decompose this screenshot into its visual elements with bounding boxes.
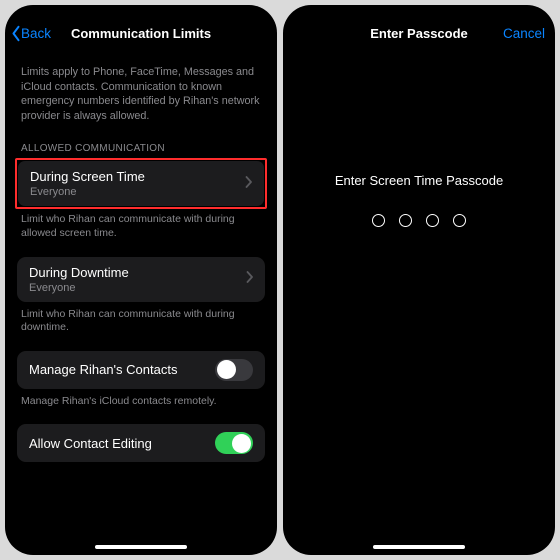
cell-title: During Screen Time: [30, 169, 145, 184]
nav-bar: Back Communication Limits: [5, 5, 277, 51]
during-screen-time-cell[interactable]: During Screen Time Everyone: [18, 161, 264, 206]
intro-text: Limits apply to Phone, FaceTime, Message…: [21, 65, 261, 123]
cancel-button[interactable]: Cancel: [503, 26, 545, 41]
allow-contact-editing-cell[interactable]: Allow Contact Editing: [17, 424, 265, 462]
manage-contacts-cell[interactable]: Manage Rihan's Contacts: [17, 351, 265, 389]
nav-bar: Enter Passcode Cancel: [283, 5, 555, 51]
home-indicator[interactable]: [95, 545, 187, 549]
passcode-dot: [426, 214, 439, 227]
chevron-left-icon: [11, 25, 21, 42]
chevron-right-icon: [245, 175, 252, 193]
footer-text-1: Limit who Rihan can communicate with dur…: [21, 213, 261, 240]
home-indicator[interactable]: [373, 545, 465, 549]
manage-contacts-switch[interactable]: [215, 359, 253, 381]
allow-editing-switch[interactable]: [215, 432, 253, 454]
passcode-dot: [399, 214, 412, 227]
passcode-prompt: Enter Screen Time Passcode: [335, 173, 503, 188]
passcode-dot: [453, 214, 466, 227]
cell-subtitle: Everyone: [30, 186, 145, 198]
passcode-dots[interactable]: [372, 214, 466, 227]
chevron-right-icon: [246, 270, 253, 288]
footer-text-3: Manage Rihan's iCloud contacts remotely.: [21, 395, 261, 409]
passcode-area: Enter Screen Time Passcode: [283, 173, 555, 555]
phone-right: Enter Passcode Cancel Enter Screen Time …: [283, 5, 555, 555]
section-header: ALLOWED COMMUNICATION: [21, 143, 261, 154]
highlight-box: During Screen Time Everyone: [15, 158, 267, 209]
footer-text-2: Limit who Rihan can communicate with dur…: [21, 308, 261, 335]
cell-title: Allow Contact Editing: [29, 436, 152, 451]
cell-title: Manage Rihan's Contacts: [29, 362, 177, 377]
during-downtime-cell[interactable]: During Downtime Everyone: [17, 257, 265, 302]
cell-title: During Downtime: [29, 265, 129, 280]
passcode-dot: [372, 214, 385, 227]
back-button[interactable]: Back: [11, 25, 51, 42]
back-label: Back: [21, 26, 51, 41]
content: Limits apply to Phone, FaceTime, Message…: [5, 51, 277, 555]
phone-left: Back Communication Limits Limits apply t…: [5, 5, 277, 555]
cell-subtitle: Everyone: [29, 282, 129, 294]
